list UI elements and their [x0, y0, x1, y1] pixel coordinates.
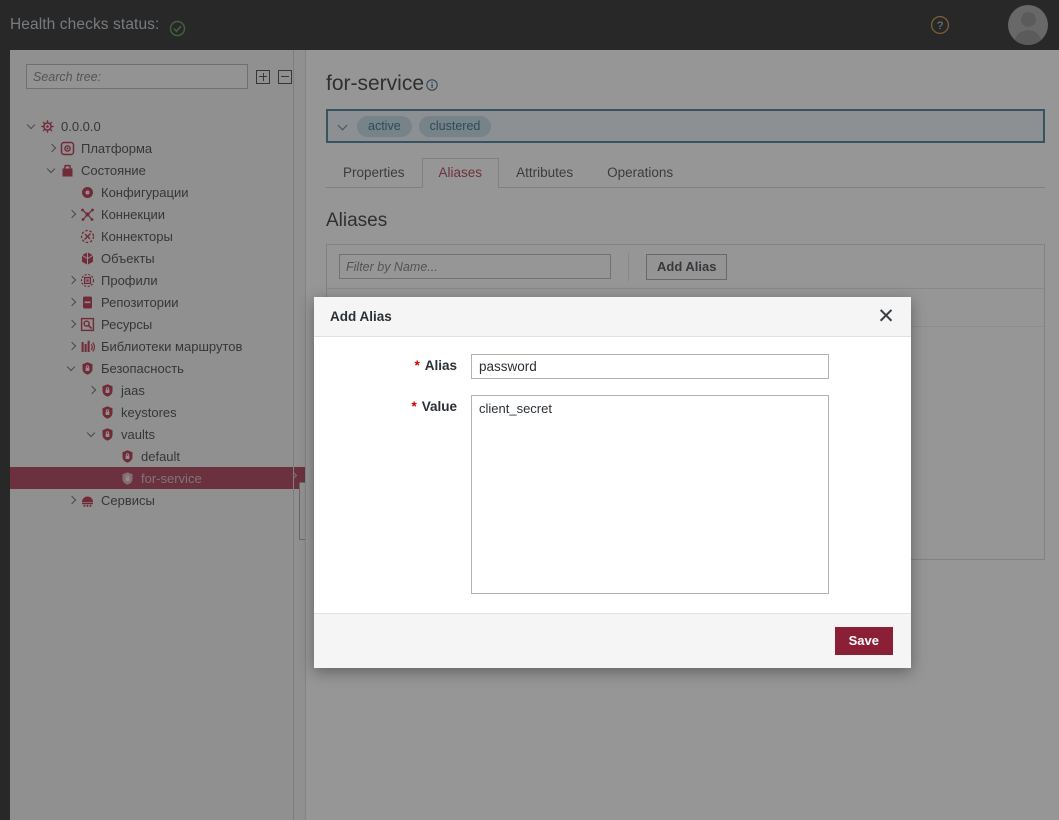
- dialog-title: Add Alias: [330, 309, 392, 324]
- add-alias-dialog: Add Alias ✕ *Alias *Value client_secret …: [314, 297, 911, 668]
- value-field-row: * Value client_secret: [314, 395, 911, 594]
- dialog-footer: Save: [314, 613, 911, 668]
- dialog-header: Add Alias ✕: [314, 297, 911, 337]
- alias-label-text: Alias: [425, 358, 457, 373]
- alias-input[interactable]: [471, 354, 829, 379]
- app-root: Health checks status: ?: [0, 0, 1059, 820]
- value-textarea[interactable]: client_secret: [471, 395, 829, 594]
- dialog-body: * Alias * Value client_secret: [314, 337, 911, 594]
- save-button[interactable]: Save: [835, 627, 893, 655]
- value-label-text: Value: [422, 399, 457, 414]
- alias-field-label: * Alias: [314, 354, 471, 379]
- required-marker: *: [411, 399, 416, 414]
- alias-field-row: * Alias: [314, 354, 911, 379]
- value-field-label: * Value: [314, 395, 471, 594]
- required-marker: *: [414, 358, 419, 373]
- close-icon[interactable]: ✕: [875, 306, 897, 328]
